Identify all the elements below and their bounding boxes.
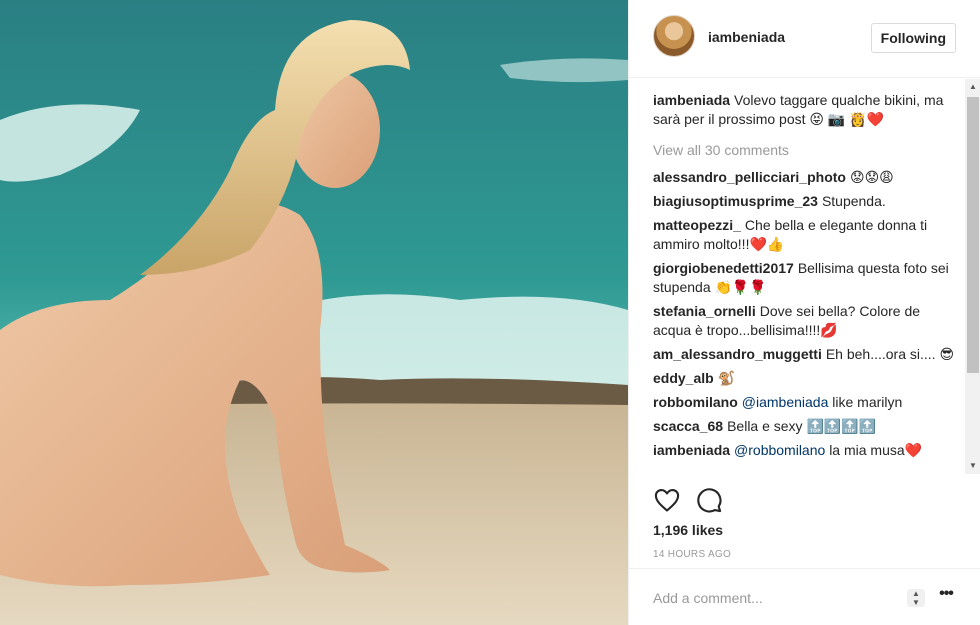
heart-icon[interactable] (653, 486, 681, 514)
comment-text: 😟😟😩 (849, 169, 894, 185)
view-all-comments-link[interactable]: View all 30 comments (653, 141, 957, 160)
comment-row: iambeniada @robbomilano la mia musa❤️ (653, 441, 957, 460)
caption-username[interactable]: iambeniada (653, 92, 730, 108)
comment-mention[interactable]: @iambeniada (742, 394, 829, 410)
post-photo-image (0, 0, 628, 625)
comment-text: la mia musa❤️ (829, 442, 923, 458)
comment-row: matteopezzi_ Che bella e elegante donna t… (653, 216, 957, 254)
comment-row: biagiusoptimusprime_23 Stupenda. (653, 192, 957, 211)
comment-username[interactable]: stefania_ornelli (653, 303, 756, 319)
comment-row: alessandro_pellicciari_photo 😟😟😩 (653, 168, 957, 187)
scroll-down-arrow-icon[interactable]: ▼ (965, 458, 980, 474)
comment-text: like marilyn (832, 394, 903, 410)
header-username[interactable]: iambeniada (708, 29, 785, 45)
caption: iambeniada Volevo taggare qualche bikini,… (653, 91, 957, 129)
comment-row: giorgiobenedetti2017 Bellisima questa fot… (653, 259, 957, 297)
scroll-up-arrow-icon[interactable]: ▲ (965, 79, 980, 95)
comment-row: robbomilano @iambeniada like marilyn (653, 393, 957, 412)
scrollbar-thumb[interactable] (967, 97, 979, 373)
comment-username[interactable]: scacca_68 (653, 418, 723, 434)
post-header: iambeniada Following (629, 0, 980, 78)
likes-count[interactable]: 1,196 likes (653, 522, 723, 538)
comment-username[interactable]: biagiusoptimusprime_23 (653, 193, 818, 209)
post-photo[interactable] (0, 0, 628, 625)
add-comment-input[interactable] (653, 587, 893, 609)
comment-text: Bella e sexy 🔝🔝🔝🔝 (727, 418, 877, 434)
comment-text: 🐒 (717, 370, 736, 386)
avatar[interactable] (653, 15, 695, 57)
comment-row: am_alessandro_muggetti Eh beh....ora si..… (653, 345, 957, 364)
comment-username[interactable]: robbomilano (653, 394, 738, 410)
comment-row: eddy_alb 🐒 (653, 369, 957, 388)
comment-row: scacca_68 Bella e sexy 🔝🔝🔝🔝 (653, 417, 957, 436)
comment-username[interactable]: alessandro_pellicciari_photo (653, 169, 846, 185)
comment-mention[interactable]: @robbomilano (734, 442, 825, 458)
comment-username[interactable]: matteopezzi_ (653, 217, 741, 233)
resize-handle-icon[interactable]: ▲ ▼ (907, 589, 925, 607)
add-comment-bar: ▲▼ ••• (629, 568, 980, 625)
comments-list: iambeniada Volevo taggare qualche bikini,… (629, 79, 980, 460)
post-timestamp[interactable]: 14 HOURS AGO (653, 549, 731, 560)
comment-username[interactable]: giorgiobenedetti2017 (653, 260, 794, 276)
post-actions (629, 476, 980, 520)
comment-text: Stupenda. (821, 193, 886, 209)
post-sidebar: iambeniada Following iambeniada Volevo ta… (628, 0, 980, 625)
more-options-icon[interactable]: ••• (935, 586, 957, 607)
comments-scrollbar[interactable]: ▲ ▼ (965, 79, 980, 474)
comment-username[interactable]: eddy_alb (653, 370, 714, 386)
comment-text: Eh beh....ora si.... 😎 (825, 346, 955, 362)
comments-section: iambeniada Volevo taggare qualche bikini,… (629, 79, 980, 474)
speech-bubble-icon[interactable] (695, 486, 723, 514)
comment-username[interactable]: am_alessandro_muggetti (653, 346, 822, 362)
comment-username[interactable]: iambeniada (653, 442, 730, 458)
following-button[interactable]: Following (870, 23, 956, 53)
comment-row: stefania_ornelli Dove sei bella? Colore d… (653, 302, 957, 340)
